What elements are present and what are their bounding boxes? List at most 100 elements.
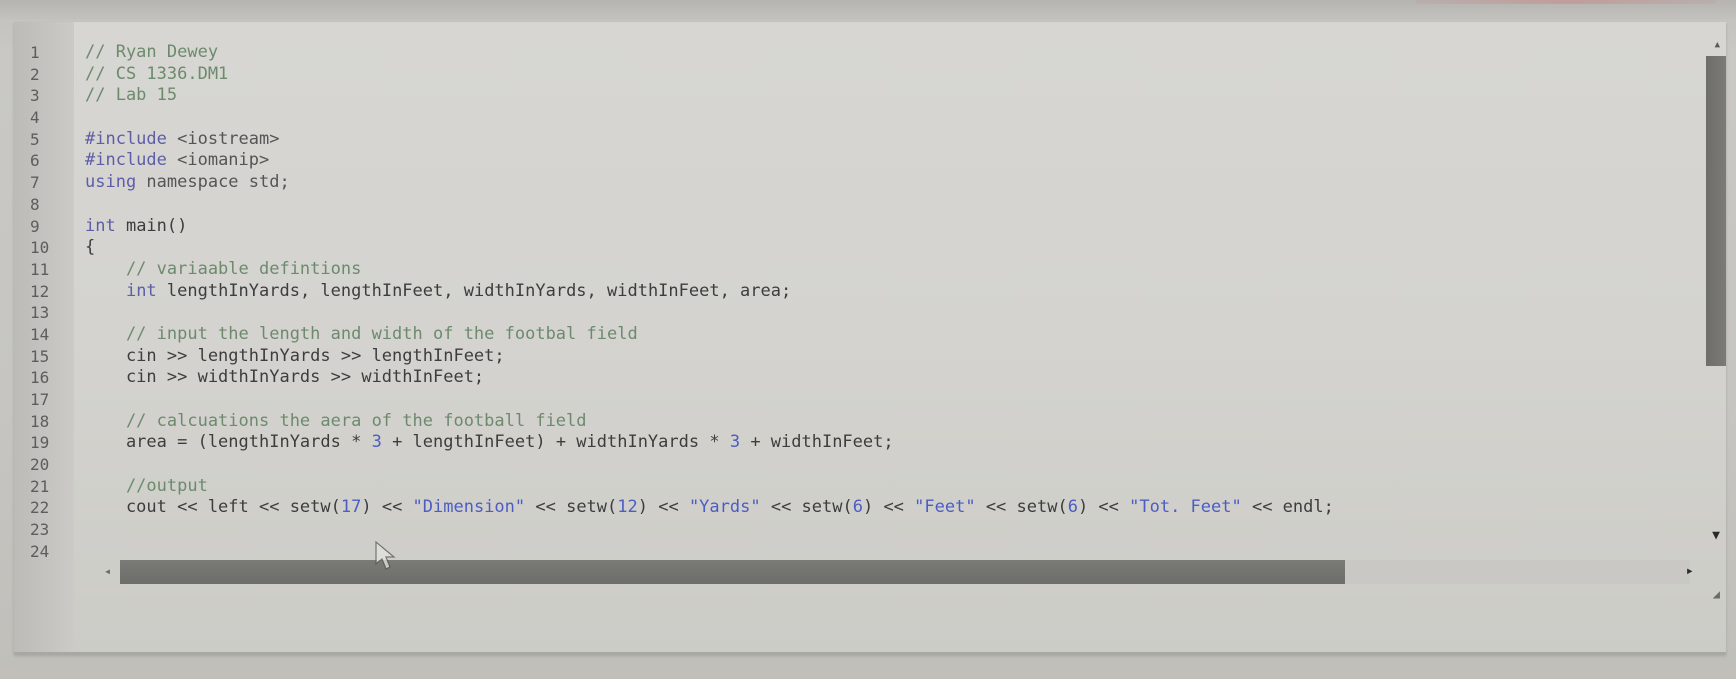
code-text[interactable]: #include <iostream> (85, 129, 279, 151)
horizontal-scroll-track[interactable] (120, 560, 1690, 584)
line-number: 24 (30, 541, 50, 561)
code-line[interactable]: 12 int lengthInYards, lengthInFeet, widt… (14, 281, 1674, 303)
top-bar (0, 0, 1736, 20)
code-text[interactable]: int lengthInYards, lengthInFeet, widthIn… (85, 281, 791, 303)
code-token-plain: area = (lengthInYards * (85, 432, 372, 453)
code-token-plain: cin >> widthInYards >> widthInFeet; (85, 367, 485, 388)
code-token-plain: << endl; (1241, 497, 1334, 518)
code-text[interactable]: // Lab 15 (85, 85, 177, 107)
code-line[interactable]: 9 int main() (14, 216, 1674, 238)
code-text[interactable]: // variaable defintions (85, 259, 361, 281)
scroll-up-arrow-icon[interactable]: ▲ (1715, 40, 1720, 50)
code-editor[interactable]: 1 // Ryan Dewey 2 // CS 1336.DM1 3 // Lab 15 4… (14, 22, 1726, 654)
line-number: 11 (30, 259, 50, 279)
resize-grip-icon[interactable]: ◢ (1713, 587, 1720, 601)
code-line[interactable]: 6 #include <iomanip> (14, 150, 1674, 172)
code-token-keyword: int (85, 215, 116, 236)
code-line[interactable]: 7 using namespace std; (14, 172, 1674, 194)
code-token-comment: // Lab 15 (85, 85, 178, 106)
code-line[interactable]: 1 // Ryan Dewey (14, 42, 1674, 64)
line-number: 20 (30, 455, 50, 475)
vertical-scroll-thumb[interactable] (1706, 56, 1726, 366)
code-text[interactable]: area = (lengthInYards * 3 + lengthInFeet… (85, 432, 894, 454)
code-token-plain: cout << left << setw( (85, 497, 341, 518)
code-lines[interactable]: 1 // Ryan Dewey 2 // CS 1336.DM1 3 // Lab 15 4… (14, 42, 1674, 563)
code-line[interactable]: 23 (14, 519, 1674, 541)
horizontal-scroll-thumb[interactable] (120, 560, 1345, 584)
scroll-down-arrow-icon[interactable]: ▼ (1712, 528, 1720, 543)
line-number: 3 (30, 86, 40, 106)
code-line[interactable]: 18 // calcuations the aera of the footba… (14, 411, 1674, 433)
code-token-comment: // input the length and width of the foo… (85, 323, 638, 344)
code-text[interactable]: { (85, 237, 95, 259)
line-number: 10 (30, 238, 50, 258)
code-line[interactable]: 10 { (14, 237, 1674, 259)
code-text[interactable]: #include <iomanip> (85, 150, 269, 172)
line-number: 7 (30, 173, 40, 193)
code-token-plain: cin >> lengthInYards >> lengthInFeet; (85, 345, 505, 366)
code-line[interactable]: 2 // CS 1336.DM1 (14, 64, 1674, 86)
code-token-plain: << setw( (760, 497, 853, 518)
code-token-op: <iostream> (166, 128, 280, 149)
line-number: 12 (30, 281, 50, 301)
code-text[interactable]: // Ryan Dewey (85, 42, 218, 64)
code-line[interactable]: 4 (14, 107, 1674, 129)
code-token-number: 12 (617, 497, 638, 518)
code-text[interactable]: //output (85, 476, 208, 498)
scroll-right-arrow-icon[interactable]: ▸ (1686, 563, 1694, 579)
code-token-keyword: #include (85, 128, 167, 149)
line-number: 22 (30, 498, 50, 518)
vertical-scrollbar[interactable]: ▲ ▼ (1702, 40, 1726, 550)
code-token-plain: ) << (361, 497, 413, 518)
code-line[interactable]: 13 (14, 302, 1674, 324)
code-token-string: "Feet" (914, 497, 976, 518)
horizontal-scrollbar[interactable]: ◂ ▸ (104, 560, 1724, 586)
line-number: 9 (30, 216, 40, 236)
code-token-comment: // variaable defintions (85, 258, 362, 279)
line-number: 23 (30, 520, 50, 540)
code-line[interactable]: 21 //output (14, 476, 1674, 498)
code-token-plain: ) << (637, 497, 689, 518)
code-token-number: 3 (729, 432, 741, 453)
code-line[interactable]: 17 (14, 389, 1674, 411)
line-number: 4 (30, 108, 40, 128)
code-token-plain: ) << (862, 497, 915, 518)
code-token-plain: lengthInYards, lengthInFeet, widthInYard… (156, 280, 792, 301)
line-number: 2 (30, 64, 40, 84)
scroll-left-arrow-icon[interactable]: ◂ (104, 564, 111, 578)
code-line[interactable]: 16 cin >> widthInYards >> widthInFeet; (14, 367, 1674, 389)
code-token-plain: + lengthInFeet) + widthInYards * (381, 432, 730, 453)
code-text[interactable]: using namespace std; (85, 172, 290, 194)
line-number: 5 (30, 129, 40, 149)
code-text[interactable]: cin >> widthInYards >> widthInFeet; (85, 367, 484, 389)
code-line[interactable]: 15 cin >> lengthInYards >> lengthInFeet; (14, 346, 1674, 368)
code-text[interactable]: // CS 1336.DM1 (85, 64, 228, 86)
line-number: 15 (30, 346, 50, 366)
line-number: 6 (30, 151, 40, 171)
code-text[interactable]: cin >> lengthInYards >> lengthInFeet; (85, 346, 505, 368)
code-line[interactable]: 20 (14, 454, 1674, 476)
code-token-number: 6 (1067, 497, 1078, 518)
code-line[interactable]: 14 // input the length and width of the … (14, 324, 1674, 346)
code-line[interactable]: 8 (14, 194, 1674, 216)
line-number: 8 (30, 194, 40, 214)
code-text[interactable]: int main() (85, 216, 187, 238)
code-line[interactable]: 22 cout << left << setw(17) << "Dimensio… (14, 497, 1674, 519)
code-token-number: 6 (852, 497, 863, 518)
code-token-plain: { (85, 237, 96, 258)
code-token-plain: ) << (1077, 497, 1130, 518)
code-text[interactable]: cout << left << setw(17) << "Dimension" … (85, 497, 1334, 519)
code-line[interactable]: 3 // Lab 15 (14, 85, 1674, 107)
line-number: 14 (30, 324, 50, 344)
code-line[interactable]: 19 area = (lengthInYards * 3 + lengthInF… (14, 432, 1674, 454)
line-number: 17 (30, 390, 50, 409)
code-text[interactable]: // calcuations the aera of the football … (85, 411, 587, 433)
line-number: 19 (30, 433, 50, 453)
line-number: 1 (30, 43, 40, 62)
screen: 1 // Ryan Dewey 2 // CS 1336.DM1 3 // Lab 15 4… (0, 0, 1736, 679)
code-line[interactable]: 5 #include <iostream> (14, 129, 1674, 151)
code-text[interactable]: // input the length and width of the foo… (85, 324, 638, 346)
code-token-op: namespace std; (136, 172, 290, 193)
code-line[interactable]: 11 // variaable defintions (14, 259, 1674, 281)
code-token-number: 3 (371, 432, 382, 453)
